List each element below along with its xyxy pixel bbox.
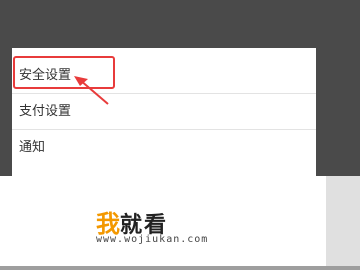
watermark-url: www.wojiukan.com (96, 234, 209, 245)
watermark-side-bar (326, 176, 360, 270)
bottom-border (0, 266, 360, 270)
watermark-banner: 我就看 www.wojiukan.com (0, 176, 360, 270)
